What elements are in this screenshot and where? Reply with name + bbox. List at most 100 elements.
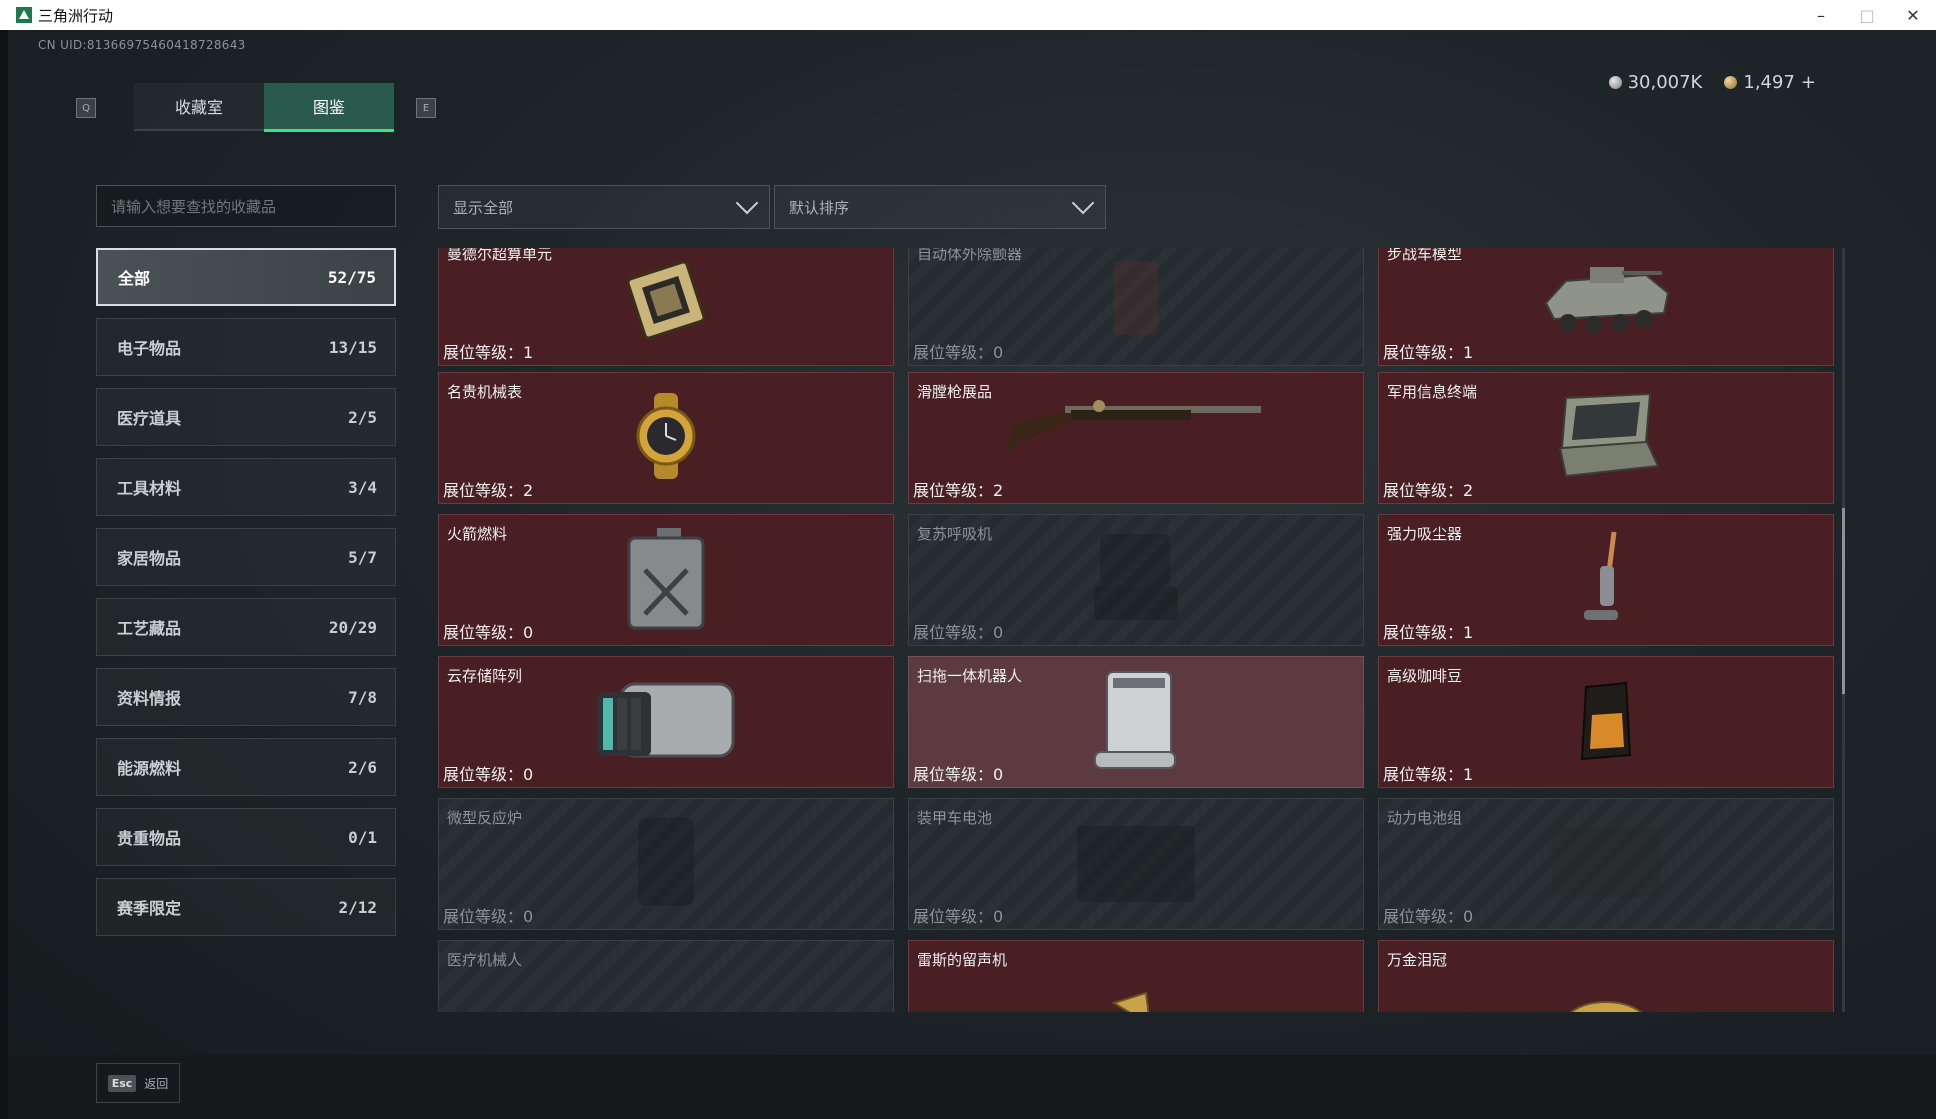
collection-card[interactable]: 强力吸尘器 展位等级：1 xyxy=(1378,514,1834,646)
collection-card[interactable]: 万金泪冠 xyxy=(1378,940,1834,1012)
item-name: 医疗机械人 xyxy=(447,951,523,969)
item-level: 展位等级：0 xyxy=(913,765,1004,784)
category-label: 家居物品 xyxy=(117,549,182,568)
filter-dropdown[interactable]: 显示全部 xyxy=(438,185,770,229)
category-all[interactable]: 全部 52/75 xyxy=(96,248,396,306)
category-season[interactable]: 赛季限定 2/12 xyxy=(96,878,396,936)
item-name: 高级咖啡豆 xyxy=(1387,667,1463,685)
minimize-button[interactable]: – xyxy=(1798,0,1844,30)
collection-card[interactable]: 高级咖啡豆 展位等级：1 xyxy=(1378,656,1834,788)
item-name: 复苏呼吸机 xyxy=(917,525,993,543)
item-name: 雷斯的留声机 xyxy=(917,951,1008,969)
category-household[interactable]: 家居物品 5/7 xyxy=(96,528,396,586)
collection-card[interactable]: 名贵机械表 展位等级：2 xyxy=(438,372,894,504)
next-tab-key-hint: E xyxy=(416,98,436,118)
chevron-down-icon xyxy=(1071,191,1095,215)
search-input[interactable]: 请输入想要查找的收藏品 xyxy=(96,185,396,227)
category-count: 2/5 xyxy=(348,407,377,427)
collection-card[interactable]: 军用信息终端 展位等级：2 xyxy=(1378,372,1834,504)
category-label: 医疗道具 xyxy=(117,409,182,428)
item-name: 云存储阵列 xyxy=(447,667,523,685)
item-name: 动力电池组 xyxy=(1387,809,1463,827)
collection-grid: 曼德尔超算单元 展位等级：1 自动体外除颤器 展位等级：0 步战车模型 展位等级… xyxy=(438,248,1834,1012)
power-battery-pack-icon xyxy=(1546,819,1666,909)
mopping-robot-icon xyxy=(1091,668,1181,776)
back-button[interactable]: Esc 返回 xyxy=(96,1063,180,1103)
micro-reactor-icon xyxy=(626,810,706,918)
category-tools[interactable]: 工具材料 3/4 xyxy=(96,458,396,516)
collection-card[interactable]: 微型反应炉 展位等级：0 xyxy=(438,798,894,930)
category-valuables[interactable]: 贵重物品 0/1 xyxy=(96,808,396,866)
item-level: 展位等级：0 xyxy=(913,343,1004,362)
currency-display: 30,007K 1,497 + xyxy=(1608,72,1816,93)
category-intel[interactable]: 资料情报 7/8 xyxy=(96,668,396,726)
coffee-beans-icon xyxy=(1576,677,1636,767)
item-name: 强力吸尘器 xyxy=(1387,525,1463,543)
collection-card[interactable]: 滑膛枪展品 展位等级：2 xyxy=(908,372,1364,504)
main-tabs: 收藏室 图鉴 xyxy=(134,83,394,132)
item-level: 展位等级：1 xyxy=(1383,343,1474,362)
window-titlebar: 三角洲行动 – □ ✕ xyxy=(0,0,1936,30)
collection-card[interactable]: 装甲车电池 展位等级：0 xyxy=(908,798,1364,930)
user-uid: CN UID:813669754604187286​43 xyxy=(38,38,246,52)
collection-card[interactable]: 云存储阵列 展位等级：0 xyxy=(438,656,894,788)
bottom-bar xyxy=(8,1055,1936,1119)
gold-balance[interactable]: 1,497 + xyxy=(1724,72,1816,93)
add-currency-icon[interactable]: + xyxy=(1801,72,1816,93)
category-count: 2/6 xyxy=(348,757,377,777)
filter-selected-value: 显示全部 xyxy=(453,198,514,217)
musket-icon xyxy=(1001,384,1271,468)
category-count: 13/15 xyxy=(328,337,377,357)
item-name: 曼德尔超算单元 xyxy=(447,248,553,263)
category-energy[interactable]: 能源燃料 2/6 xyxy=(96,738,396,796)
item-name: 扫拖一体机器人 xyxy=(917,667,1023,685)
defibrillator-icon xyxy=(1106,255,1166,345)
item-level: 展位等级：1 xyxy=(1383,765,1474,784)
category-label: 能源燃料 xyxy=(117,759,182,778)
item-level: 展位等级：0 xyxy=(1383,907,1474,926)
armored-vehicle-battery-icon xyxy=(1071,816,1201,912)
item-level: 展位等级：0 xyxy=(443,765,534,784)
category-label: 资料情报 xyxy=(117,689,182,708)
collection-card[interactable]: 步战车模型 展位等级：1 xyxy=(1378,248,1834,366)
sort-selected-value: 默认排序 xyxy=(789,198,850,217)
silver-balance: 30,007K xyxy=(1608,72,1702,93)
gold-coin-icon xyxy=(1724,76,1738,89)
collection-card[interactable]: 雷斯的留声机 xyxy=(908,940,1364,1012)
ventilator-icon xyxy=(1086,530,1186,630)
jeweled-crown-icon xyxy=(1556,992,1656,1012)
close-button[interactable]: ✕ xyxy=(1890,0,1936,30)
collection-card[interactable]: 曼德尔超算单元 展位等级：1 xyxy=(438,248,894,366)
item-name: 万金泪冠 xyxy=(1387,951,1448,969)
category-count: 52/75 xyxy=(327,267,376,287)
category-label: 工具材料 xyxy=(117,479,182,498)
category-list: 全部 52/75 电子物品 13/15 医疗道具 2/5 工具材料 3/4 家居物品 5/… xyxy=(96,248,396,948)
scrollbar-thumb[interactable] xyxy=(1842,508,1845,694)
item-level: 展位等级：1 xyxy=(443,343,534,362)
collection-card[interactable]: 动力电池组 展位等级：0 xyxy=(1378,798,1834,930)
app-window: CN UID:813669754604187286​43 30,007K 1,4… xyxy=(8,30,1936,1119)
collection-card[interactable]: 火箭燃料 展位等级：0 xyxy=(438,514,894,646)
collection-card[interactable]: 扫拖一体机器人 展位等级：0 xyxy=(908,656,1364,788)
category-label: 贵重物品 xyxy=(117,829,182,848)
esc-key-hint: Esc xyxy=(107,1074,137,1092)
category-count: 2/12 xyxy=(338,897,377,917)
category-electronics[interactable]: 电子物品 13/15 xyxy=(96,318,396,376)
tab-collection-room[interactable]: 收藏室 xyxy=(134,83,264,131)
ifv-model-icon xyxy=(1536,253,1676,347)
collection-card[interactable]: 自动体外除颤器 展位等级：0 xyxy=(908,248,1364,366)
item-name: 自动体外除颤器 xyxy=(917,248,1023,263)
item-name: 军用信息终端 xyxy=(1387,383,1478,401)
maximize-button[interactable]: □ xyxy=(1844,0,1890,30)
item-name: 名贵机械表 xyxy=(447,383,523,401)
category-label: 赛季限定 xyxy=(117,899,182,918)
item-level: 展位等级：0 xyxy=(913,623,1004,642)
collection-card[interactable]: 医疗机械人 xyxy=(438,940,894,1012)
tab-catalog[interactable]: 图鉴 xyxy=(264,83,394,132)
collection-card[interactable]: 复苏呼吸机 展位等级：0 xyxy=(908,514,1364,646)
category-medical[interactable]: 医疗道具 2/5 xyxy=(96,388,396,446)
category-count: 3/4 xyxy=(348,477,377,497)
category-crafts[interactable]: 工艺藏品 20/29 xyxy=(96,598,396,656)
item-level: 展位等级：0 xyxy=(443,623,534,642)
sort-dropdown[interactable]: 默认排序 xyxy=(774,185,1106,229)
